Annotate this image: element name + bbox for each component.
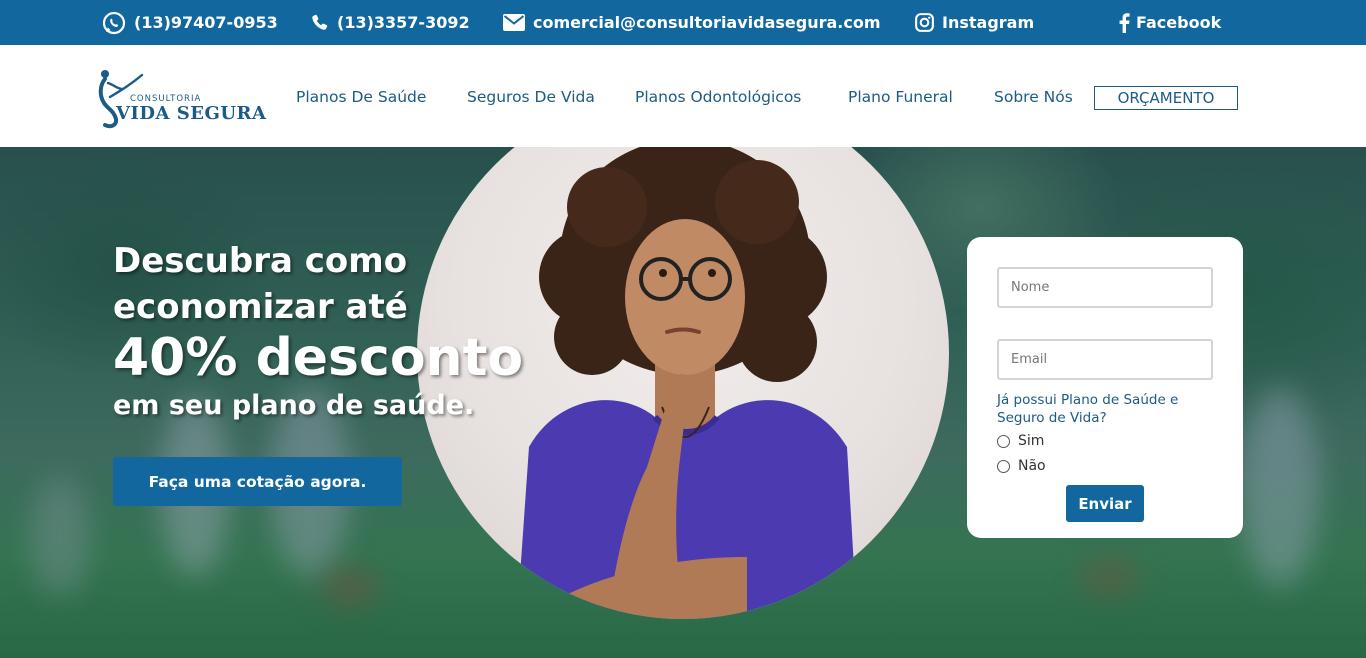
instagram-link[interactable]: Instagram [915, 0, 1034, 45]
hero-headline-line4: em seu plano de saúde. [113, 390, 475, 421]
logo-wordmark: VIDA SEGURA [116, 103, 267, 124]
phone-icon [310, 13, 329, 32]
hero-section: Descubra como economizar até 40% descont… [0, 147, 1366, 658]
nav-planos-odontologicos[interactable]: Planos Odontológicos [635, 88, 801, 106]
whatsapp-link[interactable]: (13)97407-0953 [102, 0, 278, 45]
radio-circle-icon[interactable] [997, 459, 1010, 473]
nav-orcamento-button[interactable]: ORÇAMENTO [1094, 86, 1238, 110]
hero-headline-discount: 40% desconto [113, 328, 524, 388]
radio-option-nao[interactable]: Não [997, 458, 1046, 474]
whatsapp-number: (13)97407-0953 [134, 13, 278, 32]
radio-label-sim: Sim [1018, 433, 1045, 449]
email-link[interactable]: comercial@consultoriavidasegura.com [503, 0, 881, 45]
instagram-label: Instagram [942, 13, 1035, 32]
quote-cta-button[interactable]: Faça uma cotação agora. [113, 457, 402, 506]
top-contact-bar: (13)97407-0953 (13)3357-3092 comercial@c… [0, 0, 1366, 45]
instagram-icon [915, 13, 934, 32]
submit-button[interactable]: Enviar [1066, 485, 1144, 522]
email-address: comercial@consultoriavidasegura.com [533, 13, 881, 32]
whatsapp-icon [102, 11, 126, 35]
radio-label-nao: Não [1018, 458, 1046, 474]
envelope-icon [503, 14, 525, 31]
nav-planos-de-saude[interactable]: Planos De Saúde [296, 88, 426, 106]
name-field[interactable] [997, 267, 1213, 308]
nav-plano-funeral[interactable]: Plano Funeral [848, 88, 953, 106]
phone-number: (13)3357-3092 [337, 13, 470, 32]
nav-seguros-de-vida[interactable]: Seguros De Vida [467, 88, 595, 106]
facebook-link[interactable]: Facebook [1118, 0, 1221, 45]
brand-logo[interactable]: CONSULTORIA VIDA SEGURA [96, 67, 268, 129]
hero-headline-line1: Descubra como [113, 241, 408, 281]
radio-option-sim[interactable]: Sim [997, 433, 1044, 449]
phone-link[interactable]: (13)3357-3092 [310, 0, 470, 45]
quote-form-card: Já possui Plano de Saúde e Seguro de Vid… [967, 237, 1243, 538]
nav-sobre-nos[interactable]: Sobre Nós [994, 88, 1073, 106]
hero-headline-line2: economizar até [113, 287, 408, 327]
plan-question-label: Já possui Plano de Saúde e Seguro de Vid… [997, 392, 1179, 426]
facebook-label: Facebook [1136, 13, 1222, 32]
site-header: CONSULTORIA VIDA SEGURA Planos De Saúde … [0, 45, 1366, 147]
facebook-icon [1118, 12, 1130, 33]
radio-circle-icon[interactable] [997, 434, 1010, 448]
email-field[interactable] [997, 339, 1213, 380]
